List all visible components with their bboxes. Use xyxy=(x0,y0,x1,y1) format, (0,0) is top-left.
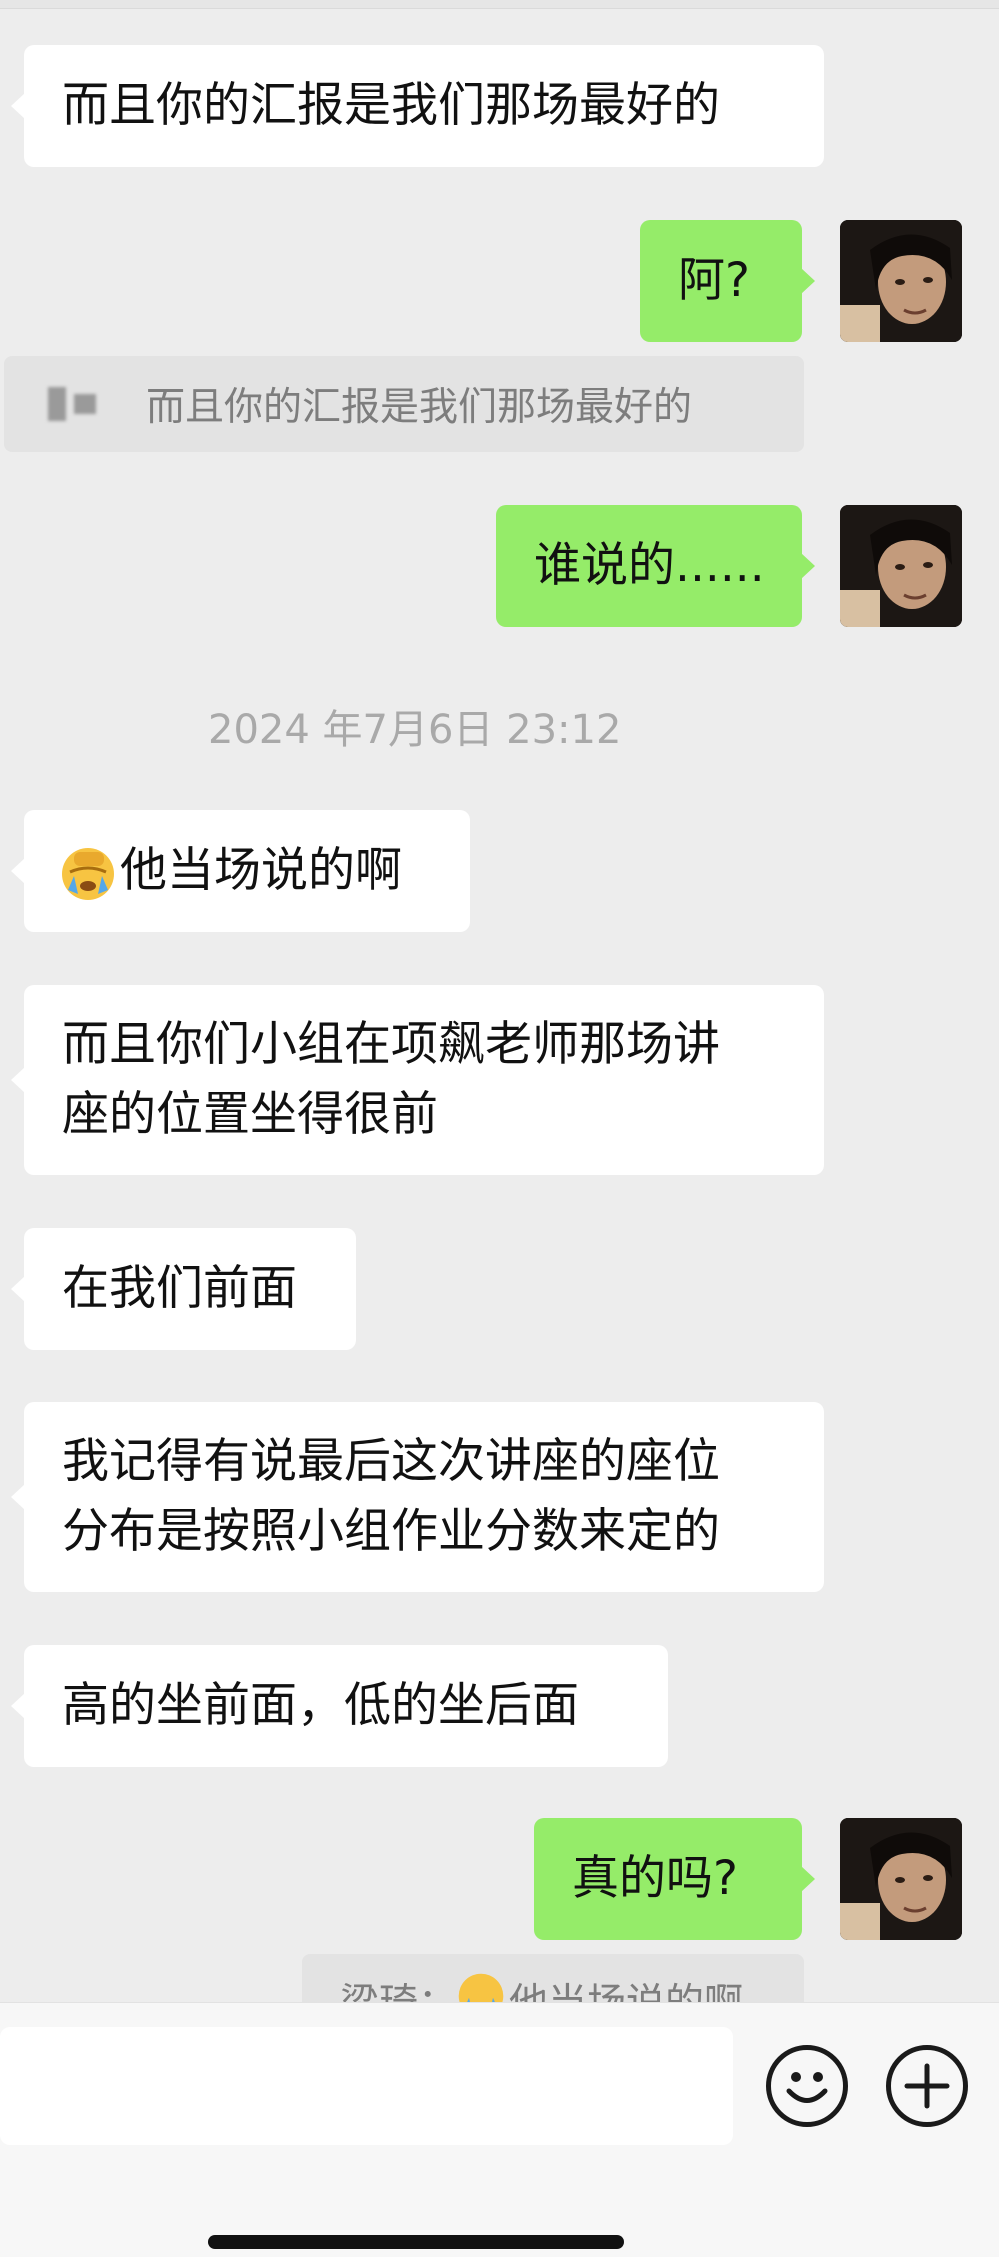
outgoing-message-bubble[interactable]: 真的吗? xyxy=(534,1818,815,1940)
user-avatar[interactable] xyxy=(840,1818,962,1940)
facepalm-emoji-icon xyxy=(458,1973,504,2002)
message-text: 在我们前面 xyxy=(62,1261,297,1316)
incoming-message-bubble[interactable]: 他当场说的啊 xyxy=(11,810,470,932)
plus-icon xyxy=(904,2063,950,2109)
message-text: 谁说的...... xyxy=(534,538,765,593)
emoji-button[interactable] xyxy=(766,2045,848,2127)
message-timestamp: 2024 年7月6日 23:12 xyxy=(208,707,622,753)
user-avatar-photo xyxy=(840,220,962,342)
message-text-line2: 座的位置坐得很前 xyxy=(62,1087,438,1142)
user-avatar[interactable] xyxy=(840,220,962,342)
message-text: 高的坐前面，低的坐后面 xyxy=(62,1678,579,1733)
message-text: 他当场说的啊 xyxy=(120,843,402,898)
incoming-message-bubble[interactable]: 在我们前面 xyxy=(11,1228,356,1350)
outgoing-message-bubble[interactable]: 阿? xyxy=(640,220,815,342)
quote-sender-name: 梁琦： xyxy=(340,1972,457,2002)
message-text-line2: 分布是按照小组作业分数来定的 xyxy=(62,1504,720,1559)
incoming-message-bubble[interactable]: 高的坐前面，低的坐后面 xyxy=(11,1645,668,1767)
user-avatar[interactable] xyxy=(840,505,962,627)
message-text: 真的吗? xyxy=(572,1851,738,1906)
message-text: 阿? xyxy=(678,253,750,308)
reply-quote-bubble[interactable]: 而且你的汇报是我们那场最好的 xyxy=(4,356,804,452)
message-input[interactable] xyxy=(0,2027,733,2145)
message-text-line1: 我记得有说最后这次讲座的座位 xyxy=(62,1434,720,1489)
incoming-message-bubble[interactable]: 而且你的汇报是我们那场最好的 xyxy=(11,45,824,167)
user-avatar-photo xyxy=(840,1818,962,1940)
more-button[interactable] xyxy=(886,2045,968,2127)
blurred-sender-name xyxy=(48,387,96,421)
outgoing-message-bubble[interactable]: 谁说的...... xyxy=(496,505,815,627)
message-text-line1: 而且你们小组在项飙老师那场讲 xyxy=(62,1017,720,1072)
facepalm-emoji-icon xyxy=(62,847,114,900)
message-text: 而且你的汇报是我们那场最好的 xyxy=(62,78,720,133)
smiley-icon xyxy=(786,2072,828,2103)
user-avatar-photo xyxy=(840,505,962,627)
quoted-text: 而且你的汇报是我们那场最好的 xyxy=(146,385,693,430)
home-indicator xyxy=(208,2235,624,2249)
message-input-bar xyxy=(0,2002,999,2257)
incoming-message-bubble[interactable]: 而且你们小组在项飙老师那场讲 座的位置坐得很前 xyxy=(11,985,824,1175)
chat-message-list[interactable]: 而且你的汇报是我们那场最好的 阿? 而且你的汇报是我们那场最好的 谁说的....… xyxy=(0,0,999,2002)
incoming-message-bubble[interactable]: 我记得有说最后这次讲座的座位 分布是按照小组作业分数来定的 xyxy=(11,1402,824,1592)
quoted-text: 他当场说的啊 xyxy=(509,1972,743,2002)
reply-quote-bubble[interactable]: 梁琦： 他当场说的啊 xyxy=(302,1954,804,2002)
